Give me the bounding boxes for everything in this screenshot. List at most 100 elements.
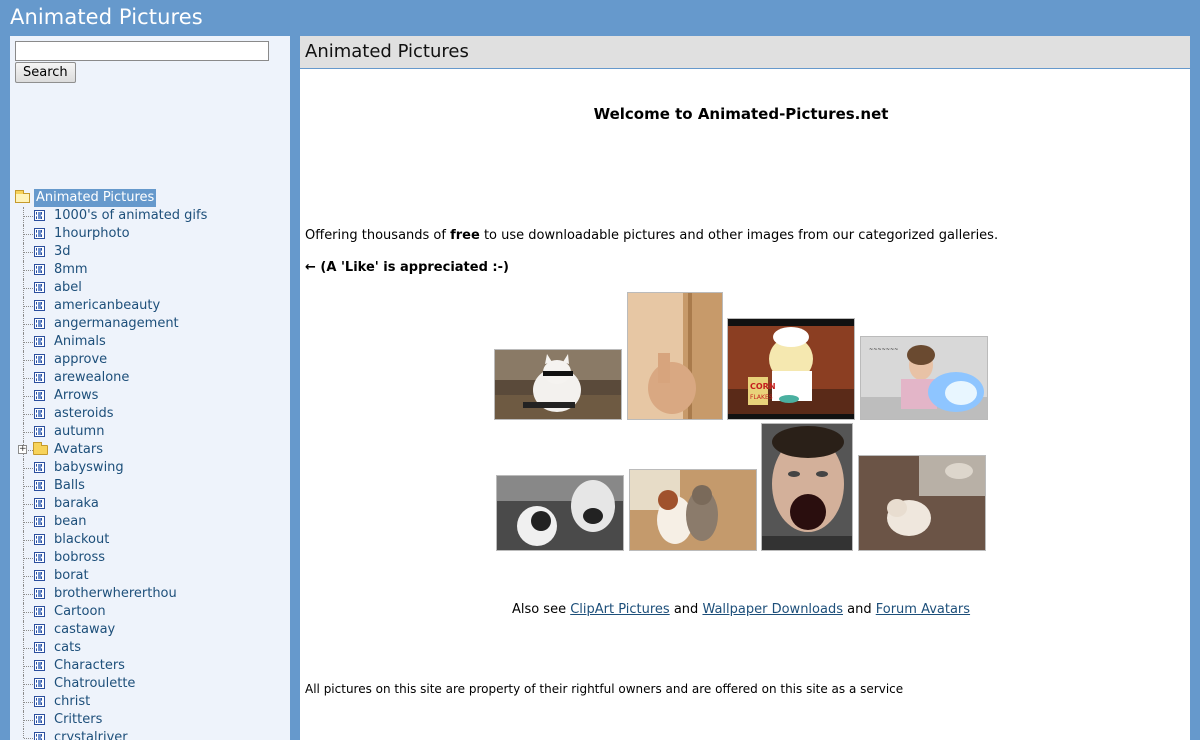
expand-icon[interactable]: + bbox=[18, 445, 27, 454]
tree-item[interactable]: bean bbox=[15, 513, 290, 531]
tree-item[interactable]: Animals bbox=[15, 333, 290, 351]
offering-bold: free bbox=[450, 228, 480, 243]
site-title: Animated Pictures bbox=[10, 5, 203, 29]
tree-item[interactable]: Chatroulette bbox=[15, 675, 290, 693]
tree-item-label[interactable]: blackout bbox=[54, 531, 109, 549]
tree-item-label[interactable]: christ bbox=[54, 693, 90, 711]
tree-item[interactable]: christ bbox=[15, 693, 290, 711]
film-icon bbox=[34, 516, 45, 527]
welcome-heading: Welcome to Animated-Pictures.net bbox=[593, 105, 889, 123]
tree-item-label[interactable]: Cartoon bbox=[54, 603, 106, 621]
tree-item-label[interactable]: castaway bbox=[54, 621, 115, 639]
cat-sunglasses-thumbnail[interactable] bbox=[494, 349, 622, 420]
tree-item[interactable]: blackout bbox=[15, 531, 290, 549]
rolling-kitten-thumbnail[interactable] bbox=[858, 455, 986, 551]
tree-item-label[interactable]: crystalriver bbox=[54, 729, 128, 740]
hand-door-thumbnail[interactable] bbox=[627, 292, 723, 420]
tree-item[interactable]: 1hourphoto bbox=[15, 225, 290, 243]
tree-item-label[interactable]: autumn bbox=[54, 423, 104, 441]
film-icon bbox=[34, 354, 45, 365]
tree-item[interactable]: + Avatars bbox=[15, 441, 290, 459]
tree-item[interactable]: angermanagement bbox=[15, 315, 290, 333]
forum-avatars-link[interactable]: Forum Avatars bbox=[876, 602, 970, 617]
tree-item[interactable]: 1000's of animated gifs bbox=[15, 207, 290, 225]
tree-item-label[interactable]: 1hourphoto bbox=[54, 225, 130, 243]
homer-cornflakes-thumbnail[interactable]: CORN FLAKES bbox=[727, 318, 855, 420]
film-icon bbox=[34, 624, 45, 635]
also-see-prefix: Also see bbox=[511, 602, 571, 617]
tree-item[interactable]: bobross bbox=[15, 549, 290, 567]
tree-item-label[interactable]: bean bbox=[54, 513, 86, 531]
film-icon bbox=[34, 570, 45, 581]
tree-item[interactable]: arewealone bbox=[15, 369, 290, 387]
tree-item-label[interactable]: abel bbox=[54, 279, 82, 297]
tree-item[interactable]: abel bbox=[15, 279, 290, 297]
tree-connector bbox=[24, 594, 33, 595]
tree-item-label[interactable]: arewealone bbox=[54, 369, 129, 387]
tree-connector bbox=[24, 684, 33, 685]
tree-item-label[interactable]: brotherwhererthou bbox=[54, 585, 177, 603]
screaming-face-thumbnail[interactable] bbox=[761, 423, 853, 551]
tree-item-label[interactable]: Arrows bbox=[54, 387, 98, 405]
tree-connector bbox=[24, 432, 33, 433]
film-icon bbox=[34, 534, 45, 545]
tree-item-label[interactable]: approve bbox=[54, 351, 107, 369]
tree-item-label[interactable]: Chatroulette bbox=[54, 675, 135, 693]
tree-item-label[interactable]: 8mm bbox=[54, 261, 88, 279]
tree-item[interactable]: Cartoon bbox=[15, 603, 290, 621]
tree-item[interactable]: autumn bbox=[15, 423, 290, 441]
tree-item-label[interactable]: cats bbox=[54, 639, 81, 657]
tree-item-label[interactable]: americanbeauty bbox=[54, 297, 160, 315]
tree-connector bbox=[24, 342, 33, 343]
tree-item[interactable]: approve bbox=[15, 351, 290, 369]
tree-item[interactable]: baraka bbox=[15, 495, 290, 513]
tree-item-label[interactable]: bobross bbox=[54, 549, 105, 567]
search-input[interactable] bbox=[15, 41, 269, 61]
tree-item[interactable]: 8mm bbox=[15, 261, 290, 279]
film-icon bbox=[34, 264, 45, 275]
tree-item-label[interactable]: Animals bbox=[54, 333, 106, 351]
tree-item[interactable]: Characters bbox=[15, 657, 290, 675]
puppy-kitten-thumbnail[interactable] bbox=[629, 469, 757, 551]
tree-item-label[interactable]: 1000's of animated gifs bbox=[54, 207, 207, 225]
tree-item-label[interactable]: Critters bbox=[54, 711, 102, 729]
folder-icon bbox=[33, 442, 48, 455]
tree-item-label[interactable]: Characters bbox=[54, 657, 125, 675]
tree-item[interactable]: crystalriver bbox=[15, 729, 290, 740]
tree-connector bbox=[24, 486, 33, 487]
film-icon bbox=[34, 300, 45, 311]
tree-item-label[interactable]: angermanagement bbox=[54, 315, 179, 333]
tree-item-label[interactable]: babyswing bbox=[54, 459, 124, 477]
tree-root[interactable]: Animated Pictures bbox=[15, 189, 290, 207]
tree-item-label[interactable]: asteroids bbox=[54, 405, 113, 423]
tree-item-label[interactable]: baraka bbox=[54, 495, 99, 513]
tree-item[interactable]: Arrows bbox=[15, 387, 290, 405]
tree-item-label[interactable]: 3d bbox=[54, 243, 71, 261]
film-icon bbox=[34, 336, 45, 347]
tree-item[interactable]: americanbeauty bbox=[15, 297, 290, 315]
tree-item-label[interactable]: borat bbox=[54, 567, 89, 585]
clipart-link[interactable]: ClipArt Pictures bbox=[570, 602, 670, 617]
tree-item[interactable]: brotherwhererthou bbox=[15, 585, 290, 603]
and-text-2: and bbox=[843, 602, 876, 617]
film-icon bbox=[34, 588, 45, 599]
girl-fireball-thumbnail[interactable]: ~~~~~~~ bbox=[860, 336, 988, 420]
search-button[interactable]: Search bbox=[15, 62, 76, 83]
tree-item[interactable]: borat bbox=[15, 567, 290, 585]
tree-item[interactable]: cats bbox=[15, 639, 290, 657]
wallpaper-link[interactable]: Wallpaper Downloads bbox=[702, 602, 843, 617]
tree-item[interactable]: Critters bbox=[15, 711, 290, 729]
tree-item[interactable]: babyswing bbox=[15, 459, 290, 477]
tree-connector bbox=[24, 378, 33, 379]
tree-item-label[interactable]: Balls bbox=[54, 477, 85, 495]
footer-text: All pictures on this site are property o… bbox=[305, 682, 904, 696]
tree-connector bbox=[24, 540, 33, 541]
tree-item-label[interactable]: Avatars bbox=[54, 441, 103, 459]
tree-item[interactable]: castaway bbox=[15, 621, 290, 639]
tree-item[interactable]: 3d bbox=[15, 243, 290, 261]
tree-item[interactable]: asteroids bbox=[15, 405, 290, 423]
tree-item[interactable]: Balls bbox=[15, 477, 290, 495]
tree-root-label[interactable]: Animated Pictures bbox=[34, 189, 157, 207]
scared-cat-thumbnail[interactable] bbox=[496, 475, 624, 551]
tree-connector bbox=[24, 396, 33, 397]
